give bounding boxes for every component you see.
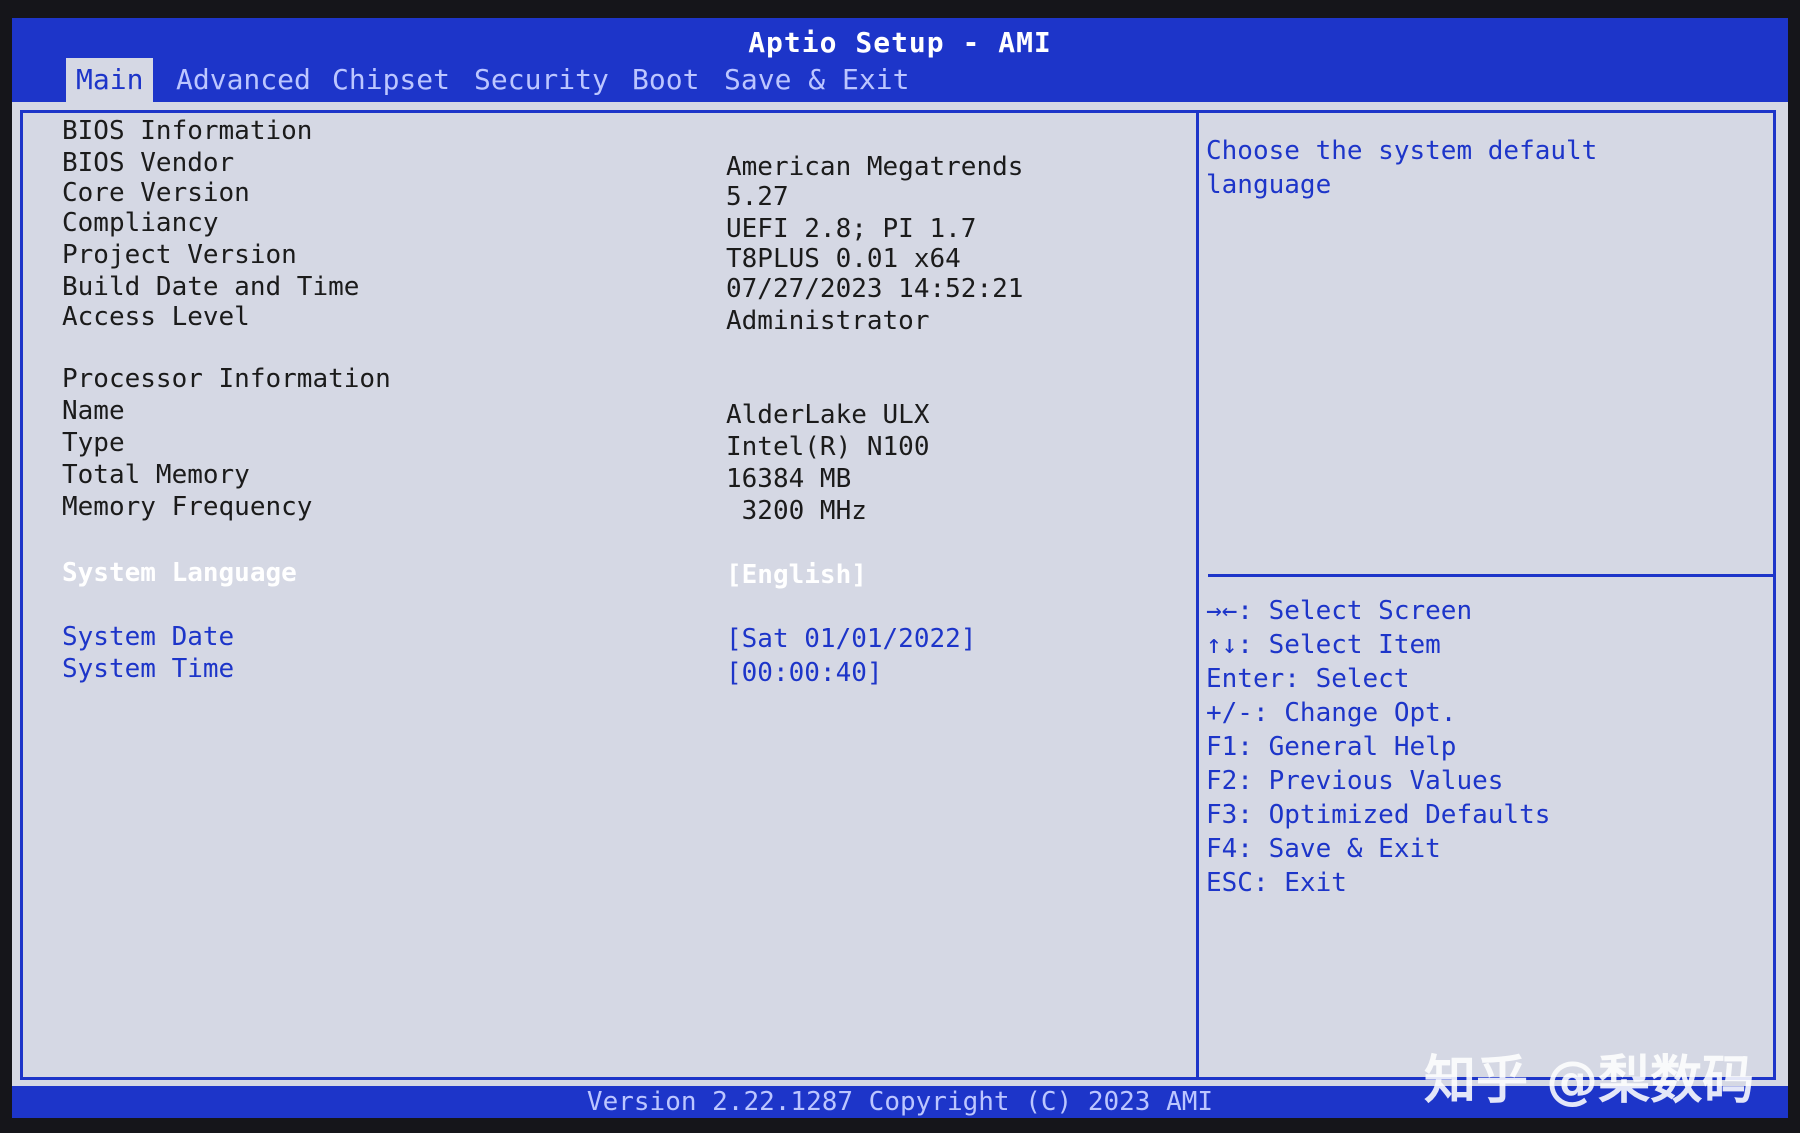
access-level-value: Administrator (726, 306, 930, 336)
access-level-label: Access Level (62, 302, 250, 332)
bios-screen: Aptio Setup - AMI Main Advanced Chipset … (12, 18, 1788, 1118)
processor-info-header: Processor Information (62, 364, 391, 394)
tab-main[interactable]: Main (66, 58, 154, 102)
build-date-value: 07/27/2023 14:52:21 (726, 274, 1024, 304)
key-select-item: ↑↓: Select Item (1206, 630, 1441, 660)
project-version-value: T8PLUS 0.01 x64 (726, 244, 961, 274)
memory-frequency-value: 3200 MHz (726, 496, 867, 526)
system-language-label[interactable]: System Language (62, 558, 297, 588)
processor-type-value: Intel(R) N100 (726, 432, 930, 462)
system-date-value[interactable]: [Sat 01/01/2022] (726, 624, 976, 654)
help-line-2: language (1206, 170, 1332, 200)
bios-vendor-value: American Megatrends (726, 152, 1024, 182)
help-divider (1208, 574, 1774, 577)
system-time-label[interactable]: System Time (62, 654, 234, 684)
processor-type-label: Type (62, 428, 125, 458)
processor-name-label: Name (62, 396, 125, 426)
system-language-value[interactable]: [English] (726, 560, 867, 590)
total-memory-label: Total Memory (62, 460, 250, 490)
help-text: Choose the system default language (1206, 134, 1766, 202)
compliancy-label: Compliancy (62, 208, 219, 238)
tab-security[interactable]: Security (464, 58, 619, 102)
system-date-label[interactable]: System Date (62, 622, 234, 652)
key-change-opt: +/-: Change Opt. (1206, 698, 1457, 728)
build-date-label: Build Date and Time (62, 272, 360, 302)
app-title: Aptio Setup - AMI (748, 26, 1052, 59)
memory-frequency-label: Memory Frequency (62, 492, 313, 522)
tab-boot[interactable]: Boot (622, 58, 709, 102)
key-general-help: F1: General Help (1206, 732, 1457, 762)
tab-save-exit[interactable]: Save & Exit (714, 58, 919, 102)
tab-chipset[interactable]: Chipset (322, 58, 460, 102)
bios-info-header: BIOS Information (62, 116, 313, 146)
tab-advanced[interactable]: Advanced (166, 58, 321, 102)
panel-divider (1196, 110, 1199, 1080)
key-enter-select: Enter: Select (1206, 664, 1410, 694)
system-time-value[interactable]: [00:00:40] (726, 658, 883, 688)
total-memory-value: 16384 MB (726, 464, 852, 494)
core-version-value: 5.27 (726, 182, 789, 212)
title-bar: Aptio Setup - AMI Main Advanced Chipset … (12, 18, 1788, 102)
key-previous-values: F2: Previous Values (1206, 766, 1504, 796)
key-esc-exit: ESC: Exit (1206, 868, 1347, 898)
key-save-exit: F4: Save & Exit (1206, 834, 1441, 864)
watermark: 知乎 @梨数码 (1424, 1051, 1755, 1111)
project-version-label: Project Version (62, 240, 297, 270)
processor-name-value: AlderLake ULX (726, 400, 930, 430)
key-select-screen: →←: Select Screen (1206, 596, 1473, 626)
help-line-1: Choose the system default (1206, 136, 1598, 166)
core-version-label: Core Version (62, 178, 250, 208)
bios-vendor-label: BIOS Vendor (62, 148, 235, 178)
compliancy-value: UEFI 2.8; PI 1.7 (726, 214, 977, 244)
key-optimized-defaults: F3: Optimized Defaults (1206, 800, 1551, 830)
